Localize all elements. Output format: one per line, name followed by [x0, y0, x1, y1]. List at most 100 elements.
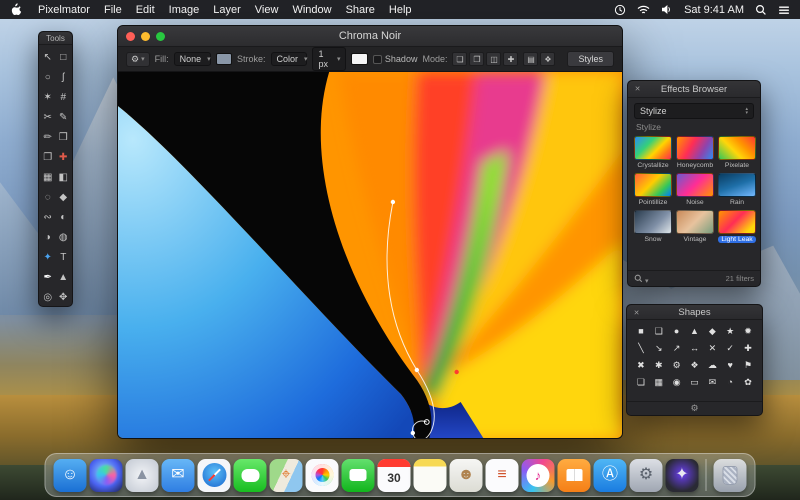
shape-arrow-down-right[interactable]: ↘: [651, 341, 666, 356]
shape-rounded-square[interactable]: ❑: [651, 324, 666, 339]
tool-pencil[interactable]: ✎: [56, 110, 71, 125]
mode-button-mode-subtract[interactable]: ❐: [469, 52, 485, 66]
apple-menu-icon[interactable]: [10, 3, 22, 16]
stroke-select[interactable]: Color: [270, 52, 308, 66]
shape-display[interactable]: ▭: [687, 375, 702, 390]
tool-lasso[interactable]: ʃ: [56, 70, 71, 85]
minimize-button[interactable]: [141, 31, 150, 41]
shape-ornament[interactable]: ❖: [687, 358, 702, 373]
menu-item-share[interactable]: Share: [346, 4, 375, 16]
shape-multiply[interactable]: ✖: [633, 358, 648, 373]
effect-vintage[interactable]: Vintage: [676, 210, 714, 243]
shape-arrow-up-right[interactable]: ↗: [669, 341, 684, 356]
tool-burn[interactable]: ◑: [40, 230, 55, 245]
shape-square[interactable]: ■: [633, 324, 648, 339]
dock-item-system-preferences[interactable]: ⚙: [629, 458, 663, 492]
shadow-checkbox[interactable]: Shadow: [372, 54, 417, 64]
dock-item-safari[interactable]: [197, 458, 231, 492]
mode-button-mode-union[interactable]: ❏: [452, 52, 468, 66]
shape-plus[interactable]: ✚: [741, 341, 756, 356]
tool-zoom[interactable]: ◎: [40, 290, 55, 305]
tool-sharpen[interactable]: ◆: [56, 190, 71, 205]
zoom-button[interactable]: [156, 31, 165, 41]
spotlight-icon[interactable]: [755, 4, 767, 16]
dock-item-app-store[interactable]: Ⓐ: [593, 458, 627, 492]
volume-icon[interactable]: [661, 4, 673, 15]
dock-item-messages[interactable]: [233, 458, 267, 492]
dock-item-mail[interactable]: ✉: [161, 458, 195, 492]
shape-document[interactable]: ❏: [633, 375, 648, 390]
dock-item-finder[interactable]: ☺: [53, 458, 87, 492]
tool-magic-wand[interactable]: ✶: [40, 90, 55, 105]
tool-slice[interactable]: ✂: [40, 110, 55, 125]
fill-color-swatch[interactable]: [215, 53, 232, 65]
tool-elliptical-marquee[interactable]: ○: [40, 70, 55, 85]
menu-item-layer[interactable]: Layer: [213, 4, 241, 16]
shape-check[interactable]: ✓: [723, 341, 738, 356]
close-icon[interactable]: ✕: [633, 85, 642, 94]
shape-star[interactable]: ★: [723, 324, 738, 339]
chevron-down-icon[interactable]: [645, 270, 649, 288]
styles-button[interactable]: Styles: [567, 51, 614, 67]
menu-item-help[interactable]: Help: [389, 4, 412, 16]
tool-crop[interactable]: #: [56, 90, 71, 105]
canvas[interactable]: [118, 72, 622, 438]
dock-item-itunes[interactable]: ♪: [521, 458, 555, 492]
tool-move[interactable]: ↖: [40, 50, 55, 65]
tool-eraser[interactable]: ❒: [56, 130, 71, 145]
dock-item-pixelmator[interactable]: ✦: [665, 458, 699, 492]
tool-type[interactable]: T: [56, 250, 71, 265]
fill-select[interactable]: None: [173, 52, 211, 66]
shape-heart[interactable]: ♥: [723, 358, 738, 373]
dock-item-photos[interactable]: [305, 458, 339, 492]
shape-line[interactable]: ╲: [633, 341, 648, 356]
dock-item-siri[interactable]: [89, 458, 123, 492]
shape-clock[interactable]: ◔: [723, 375, 738, 390]
menu-item-edit[interactable]: Edit: [136, 4, 155, 16]
close-icon[interactable]: ✕: [632, 309, 641, 318]
effect-light-leak[interactable]: Light Leak: [718, 210, 756, 243]
tool-brush[interactable]: ✏: [40, 130, 55, 145]
search-icon[interactable]: [634, 270, 643, 288]
dock-item-contacts[interactable]: ☻: [449, 458, 483, 492]
shape-burst[interactable]: ✹: [741, 324, 756, 339]
effect-noise[interactable]: Noise: [676, 173, 714, 206]
shape-gear[interactable]: ⚙: [669, 358, 684, 373]
dock-item-launchpad[interactable]: ▲: [125, 458, 159, 492]
wifi-icon[interactable]: [637, 5, 650, 15]
menu-item-file[interactable]: File: [104, 4, 122, 16]
toolbar-button-arrange[interactable]: ▤: [523, 52, 539, 66]
stroke-color-swatch[interactable]: [351, 53, 368, 65]
tool-paint-bucket[interactable]: ◧: [56, 170, 71, 185]
menu-item-window[interactable]: Window: [292, 4, 331, 16]
shape-flag[interactable]: ⚑: [741, 358, 756, 373]
menu-item-view[interactable]: View: [255, 4, 279, 16]
effect-honeycomb[interactable]: Honeycomb: [676, 136, 714, 169]
effect-rain[interactable]: Rain: [718, 173, 756, 206]
shape-flower[interactable]: ✿: [741, 375, 756, 390]
tool-smudge[interactable]: ∾: [40, 210, 55, 225]
tool-sponge[interactable]: ◍: [56, 230, 71, 245]
shape-triangle[interactable]: ▲: [687, 324, 702, 339]
shape-arrow-left-right[interactable]: ↔: [687, 341, 702, 356]
time-machine-icon[interactable]: [614, 4, 626, 16]
tool-hand[interactable]: ✥: [56, 290, 71, 305]
shape-circle[interactable]: ●: [669, 324, 684, 339]
toolbar-button-effects[interactable]: ❖: [540, 52, 556, 66]
mode-button-mode-exclude[interactable]: ✚: [503, 52, 519, 66]
dock-item-trash[interactable]: [713, 458, 747, 492]
shape-target[interactable]: ◉: [669, 375, 684, 390]
effect-pixelate[interactable]: Pixelate: [718, 136, 756, 169]
tool-settings-dropdown[interactable]: ⚙: [126, 51, 150, 67]
tool-eyedropper[interactable]: ✦: [40, 250, 55, 265]
dock-item-reminders[interactable]: ≡: [485, 458, 519, 492]
menu-item-image[interactable]: Image: [169, 4, 200, 16]
tool-dodge[interactable]: ◐: [56, 210, 71, 225]
shape-mail[interactable]: ✉: [705, 375, 720, 390]
stroke-width-select[interactable]: 1 px: [312, 47, 347, 71]
menu-item-pixelmator[interactable]: Pixelmator: [38, 4, 90, 16]
shape-cloud[interactable]: ☁: [705, 358, 720, 373]
effects-category-select[interactable]: Stylize ▴ ▾: [634, 103, 754, 119]
tool-marquee[interactable]: □: [56, 50, 71, 65]
tool-healing[interactable]: ✚: [56, 150, 71, 165]
